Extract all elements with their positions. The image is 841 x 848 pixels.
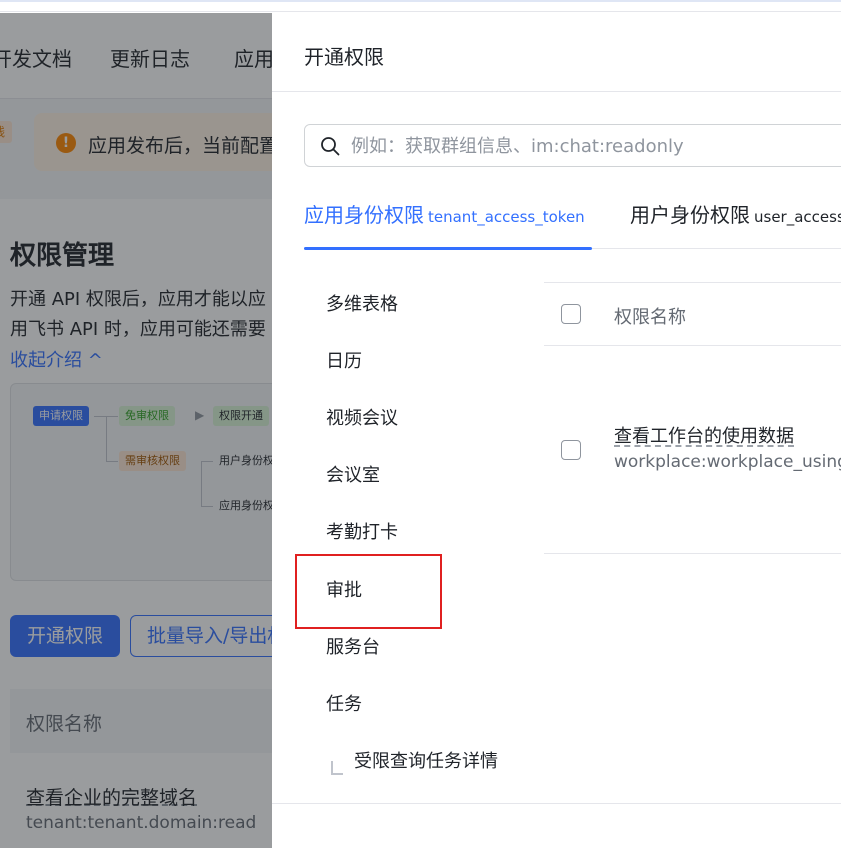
category-item-meeting-room[interactable]: 会议室: [326, 461, 380, 487]
flow-apply-chip: 申请权限: [33, 406, 89, 426]
search-input[interactable]: [351, 131, 841, 161]
permission-name[interactable]: 查看工作台的使用数据: [614, 422, 794, 448]
flow-connector: [106, 416, 107, 462]
row-checkbox[interactable]: [561, 440, 581, 460]
bulk-import-export-button[interactable]: 批量导入/导出权: [130, 615, 272, 657]
page-title: 权限管理: [10, 241, 115, 271]
flow-connector: [106, 461, 118, 462]
enable-permission-button[interactable]: 开通权限: [10, 615, 120, 657]
top-accent-line: [0, 0, 841, 2]
enable-permission-drawer: 开通权限 应用身份权限tenant_access_token 用户身份权限use…: [272, 13, 841, 848]
permission-flow-diagram: 申请权限 免审权限 ▶ 权限开通 需审核权限 用户身份权 应用身份权: [10, 383, 272, 581]
tab-user-identity[interactable]: 用户身份权限 user_access: [630, 199, 841, 249]
header-permission-name: 权限名称: [614, 307, 686, 328]
background-row-name[interactable]: 查看企业的完整域名: [26, 783, 197, 810]
tree-branch-icon: [331, 761, 343, 775]
background-table-header: 权限名称: [10, 689, 272, 753]
permission-search-box[interactable]: [304, 124, 841, 167]
page-description-line-1: 开通 API 权限后，应用才能以应: [10, 289, 266, 310]
flow-no-review-chip: 免审权限: [119, 406, 175, 426]
permission-code: workplace:workplace_using: [614, 452, 841, 472]
nav-changelog[interactable]: 更新日志: [110, 43, 190, 72]
tab-app-identity-label: 应用身份权限: [304, 203, 424, 227]
collapse-intro-link[interactable]: 收起介绍 ^: [10, 346, 103, 372]
drawer-header: 开通权限: [272, 13, 841, 92]
category-item-video-meeting[interactable]: 视频会议: [326, 404, 398, 430]
flow-connector: [201, 461, 202, 507]
category-list: 多维表格 日历 视频会议 会议室 考勤打卡 审批 服务台 任务: [272, 249, 532, 804]
notice-banner: 线 ! 应用发布后，当前配置: [0, 99, 272, 199]
approval-highlight-box: [295, 554, 442, 629]
identity-tabs: 应用身份权限 tenant_access_token 用户身份权限 user_acc…: [304, 199, 841, 250]
table-row: 查看工作台的使用数据 workplace:workplace_using: [544, 346, 841, 554]
header-permission-name: 权限名称: [26, 713, 103, 735]
tab-user-identity-token: user_access: [754, 208, 841, 226]
tab-user-identity-label: 用户身份权限: [630, 203, 750, 227]
table-header: 权限名称: [544, 282, 841, 346]
flow-user-identity-label: 用户身份权: [219, 454, 272, 467]
page-description-line-2: 用飞书 API 时，应用可能还需要: [10, 319, 266, 340]
drawer-title: 开通权限: [304, 45, 384, 69]
select-all-checkbox[interactable]: [561, 304, 581, 324]
sub-category-label: 受限查询任务详情: [354, 751, 498, 772]
nav-app[interactable]: 应用: [234, 43, 272, 72]
category-item-helpdesk[interactable]: 服务台: [326, 633, 380, 659]
category-item-task[interactable]: 任务: [326, 690, 362, 716]
flow-granted-chip: 权限开通: [213, 406, 269, 426]
flow-arrow-icon: ▶: [195, 408, 205, 422]
category-item-calendar[interactable]: 日历: [326, 347, 362, 373]
notice-box: ! 应用发布后，当前配置: [34, 113, 272, 171]
background-nav: 开发文档 更新日志 应用: [0, 13, 272, 99]
browser-top-bar: [0, 0, 841, 12]
category-item-attendance[interactable]: 考勤打卡: [326, 518, 398, 544]
drawer-footer: [272, 803, 841, 848]
warning-icon: !: [56, 133, 76, 153]
search-icon: [321, 137, 340, 156]
flow-connector: [201, 506, 213, 507]
left-tag: 线: [0, 121, 12, 143]
background-page: 开发文档 更新日志 应用 线 ! 应用发布后，当前配置 权限管理 开通 API …: [0, 13, 272, 848]
category-item-bitable[interactable]: 多维表格: [326, 290, 398, 316]
nav-dev-docs[interactable]: 开发文档: [0, 43, 72, 72]
tab-app-identity[interactable]: 应用身份权限 tenant_access_token: [304, 199, 592, 250]
notice-text: 应用发布后，当前配置: [88, 135, 272, 157]
flow-need-review-chip: 需审核权限: [119, 451, 186, 471]
background-row-code: tenant:tenant.domain:read: [26, 813, 257, 833]
tab-app-identity-token: tenant_access_token: [428, 208, 585, 226]
flow-app-identity-label: 应用身份权: [219, 499, 272, 512]
flow-connector: [201, 461, 213, 462]
